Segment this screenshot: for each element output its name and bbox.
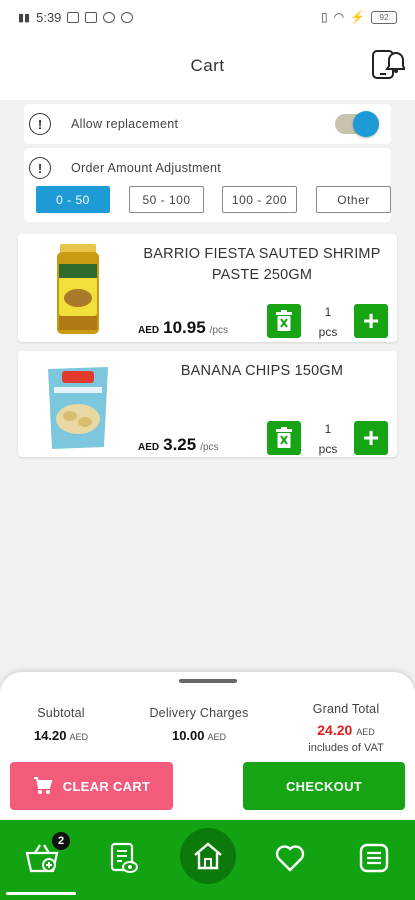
subtotal-value: 14.20 AED [16, 728, 106, 743]
orders-icon [110, 842, 138, 873]
cart-item: BARRIO FIESTA SAUTED SHRIMP PASTE 250GM … [18, 234, 397, 342]
delete-item-button[interactable] [267, 304, 301, 338]
amount-option-0-50[interactable]: 0 - 50 [36, 186, 110, 213]
cart-summary-panel: Subtotal 14.20 AED Delivery Charges 10.00… [0, 672, 415, 820]
status-bar: ▮▮ 5:39 ▯ ◠ ⚡ 92 [0, 0, 415, 34]
nav-cart[interactable]: 2 [22, 832, 70, 878]
delivery-label: Delivery Charges [149, 706, 249, 720]
bottom-navigation: 2 [0, 820, 415, 900]
nav-home[interactable] [180, 828, 236, 884]
product-image-shrimp-paste [57, 244, 99, 334]
status-time: 5:39 [36, 9, 62, 25]
grand-total-currency: AED [356, 727, 375, 737]
wifi-icon: ◠ [333, 10, 345, 24]
whatsapp-icon [121, 11, 134, 23]
price-currency: AED [138, 325, 160, 336]
page-title: Cart [190, 56, 225, 75]
increase-quantity-button[interactable]: + [354, 304, 388, 338]
plus-icon: + [362, 305, 380, 336]
info-icon: ! [29, 157, 51, 179]
delete-item-button[interactable] [267, 421, 301, 455]
quantity-display: 1 pcs [315, 419, 341, 459]
quantity-display: 1 pcs [315, 302, 341, 342]
trash-icon [276, 310, 292, 331]
heart-icon [275, 845, 305, 872]
order-adjustment-label: Order Amount Adjustment [71, 161, 222, 175]
product-price: AED 10.95 /pcs [138, 318, 228, 338]
amount-option-50-100[interactable]: 50 - 100 [129, 186, 204, 213]
clear-cart-button[interactable]: CLEAR CART [10, 762, 173, 810]
checkout-button[interactable]: CHECKOUT [243, 762, 405, 810]
allow-replacement-toggle[interactable] [335, 111, 379, 137]
subtotal-block: Subtotal 14.20 AED [16, 706, 106, 743]
app-header: Cart [0, 34, 415, 100]
cart-item: BANANA CHIPS 150GM AED 3.25 /pcs 1 pcs + [18, 351, 397, 457]
quantity-unit: pcs [318, 442, 338, 456]
price-amount: 10.95 [163, 318, 206, 337]
toggle-knob [353, 111, 379, 137]
allow-replacement-label: Allow replacement [71, 117, 179, 131]
product-name: BARRIO FIESTA SAUTED SHRIMP PASTE 250GM [143, 246, 381, 283]
clear-cart-label: CLEAR CART [62, 778, 151, 794]
product-name: BANANA CHIPS 150GM [180, 363, 344, 379]
drag-handle[interactable] [179, 679, 237, 683]
menu-icon [359, 843, 389, 873]
grand-total-label: Grand Total [312, 702, 380, 716]
order-adjustment-card: ! Order Amount Adjustment 0 - 50 50 - 10… [24, 148, 391, 222]
checkout-label: CHECKOUT [285, 778, 363, 794]
delivery-currency: AED [207, 732, 227, 742]
product-image-banana-chips [48, 367, 108, 449]
notification-bell-icon[interactable] [369, 46, 405, 82]
battery-icon: 92 [371, 10, 397, 24]
subtotal-amount: 14.20 [33, 728, 67, 743]
grand-total-value: 24.20 AED [293, 722, 399, 738]
price-unit: /pcs [200, 442, 219, 453]
charging-icon: ⚡ [350, 10, 365, 24]
vibrate-icon: ▯ [320, 10, 328, 24]
active-tab-indicator [6, 892, 76, 895]
nav-menu[interactable] [354, 838, 394, 878]
delivery-amount: 10.00 [171, 728, 205, 743]
vat-note: includes of VAT [308, 742, 384, 754]
amount-option-other[interactable]: Other [316, 186, 391, 213]
price-amount: 3.25 [163, 435, 197, 454]
grand-total-amount: 24.20 [317, 722, 353, 738]
messenger-icon [103, 11, 116, 23]
signal-icon: ▮▮ [18, 11, 31, 24]
info-icon: ! [29, 113, 51, 135]
allow-replacement-card: ! Allow replacement [24, 104, 391, 144]
quantity-value: 1 [324, 305, 332, 319]
home-icon [194, 842, 222, 870]
product-price: AED 3.25 /pcs [138, 435, 219, 455]
delivery-value: 10.00 AED [140, 728, 258, 743]
subtotal-label: Subtotal [37, 706, 85, 720]
plus-icon: + [362, 422, 380, 453]
increase-quantity-button[interactable]: + [354, 421, 388, 455]
amount-option-100-200[interactable]: 100 - 200 [222, 186, 297, 213]
cart-icon [33, 777, 53, 794]
notification-icon [67, 11, 80, 23]
grand-total-block: Grand Total 24.20 AED includes of VAT [293, 702, 399, 754]
cart-count-badge: 2 [52, 832, 70, 850]
app-icon [85, 11, 98, 23]
delivery-block: Delivery Charges 10.00 AED [140, 706, 258, 743]
price-unit: /pcs [209, 325, 229, 336]
trash-icon [276, 427, 292, 448]
price-currency: AED [138, 442, 160, 453]
nav-orders[interactable] [104, 838, 144, 878]
nav-wishlist[interactable] [270, 838, 310, 878]
quantity-value: 1 [324, 422, 332, 436]
quantity-unit: pcs [318, 325, 338, 339]
subtotal-currency: AED [69, 732, 89, 742]
